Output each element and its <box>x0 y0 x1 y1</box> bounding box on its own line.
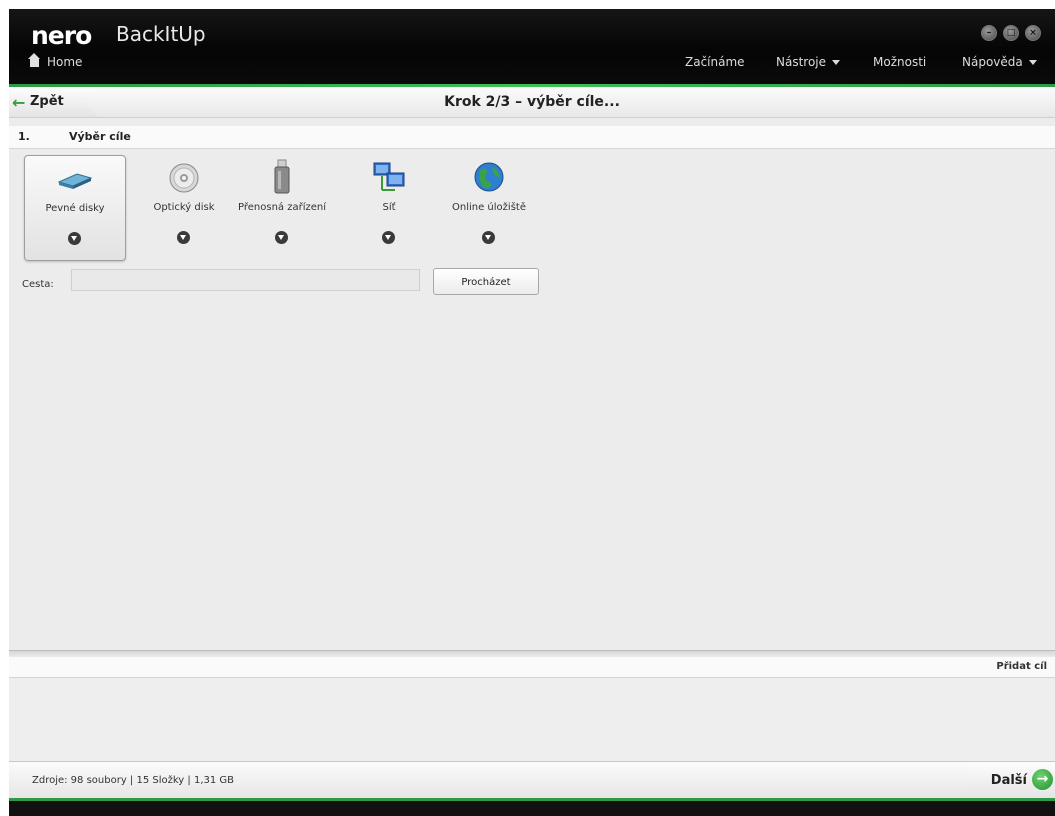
minimize-icon[interactable]: – <box>981 25 997 41</box>
window-bottom-edge <box>9 801 1055 816</box>
menu-tools[interactable]: Nástroje <box>776 55 841 69</box>
maximize-icon[interactable]: □ <box>1003 25 1019 41</box>
status-bar: Zdroje: 98 soubory | 15 Složky | 1,31 GB… <box>9 761 1055 799</box>
menu-help[interactable]: Nápověda <box>962 55 1037 69</box>
chevron-down-icon[interactable] <box>482 231 495 244</box>
chevron-down-icon[interactable] <box>382 231 395 244</box>
home-icon <box>28 52 40 67</box>
menu-getting-started[interactable]: Začínáme <box>685 55 745 69</box>
target-label: Síť <box>382 202 396 213</box>
home-label: Home <box>47 55 83 69</box>
target-optical-disc[interactable]: Optický disk <box>144 155 224 259</box>
section-header: 1. Výběr cíle <box>9 126 1055 149</box>
home-link[interactable]: Home <box>28 52 83 69</box>
usb-drive-icon <box>274 159 290 194</box>
target-hard-disks[interactable]: Pevné disky <box>24 155 126 261</box>
section-number: 1. <box>18 130 30 143</box>
browse-button[interactable]: Procházet <box>433 268 539 295</box>
nav-bar: ← Zpět Krok 2/3 – výběr cíle... <box>9 87 1055 118</box>
next-button[interactable]: Další → <box>959 762 1055 799</box>
optical-disc-icon <box>169 163 199 193</box>
chevron-down-icon <box>1028 60 1037 65</box>
chevron-down-icon[interactable] <box>68 232 81 245</box>
target-label: Optický disk <box>153 202 215 213</box>
app-window: nero BackItUp Home Začínáme Nástroje Mož… <box>9 9 1055 816</box>
path-label: Cesta: <box>22 279 54 290</box>
step-title: Krok 2/3 – výběr cíle... <box>444 94 620 110</box>
menu-options[interactable]: Možnosti <box>873 55 926 69</box>
network-icon <box>373 162 405 191</box>
path-input[interactable] <box>71 269 420 291</box>
section-title: Výběr cíle <box>69 130 131 143</box>
nero-logo: nero <box>31 21 92 50</box>
add-target-row: Přidat cíl <box>9 657 1055 678</box>
chevron-down-icon[interactable] <box>177 231 190 244</box>
target-label: Online úložiště <box>452 202 526 213</box>
product-name: BackItUp <box>116 22 206 46</box>
target-label: Přenosná zařízení <box>238 202 326 213</box>
arrow-right-icon: → <box>1032 769 1053 790</box>
add-target-link[interactable]: Přidat cíl <box>996 661 1047 672</box>
globe-icon <box>474 162 504 192</box>
hard-disk-icon <box>57 173 93 189</box>
close-icon[interactable]: × <box>1025 25 1041 41</box>
target-removable-devices[interactable]: Přenosná zařízení <box>226 155 338 259</box>
targets-list <box>9 678 1055 761</box>
target-online-storage[interactable]: Online úložiště <box>439 155 539 259</box>
source-summary: Zdroje: 98 soubory | 15 Složky | 1,31 GB <box>32 775 235 786</box>
target-network[interactable]: Síť <box>359 155 419 259</box>
chevron-down-icon[interactable] <box>275 231 288 244</box>
target-label: Pevné disky <box>45 203 105 214</box>
title-bar: nero BackItUp Home Začínáme Nástroje Mož… <box>9 9 1055 84</box>
chevron-down-icon <box>832 60 841 65</box>
